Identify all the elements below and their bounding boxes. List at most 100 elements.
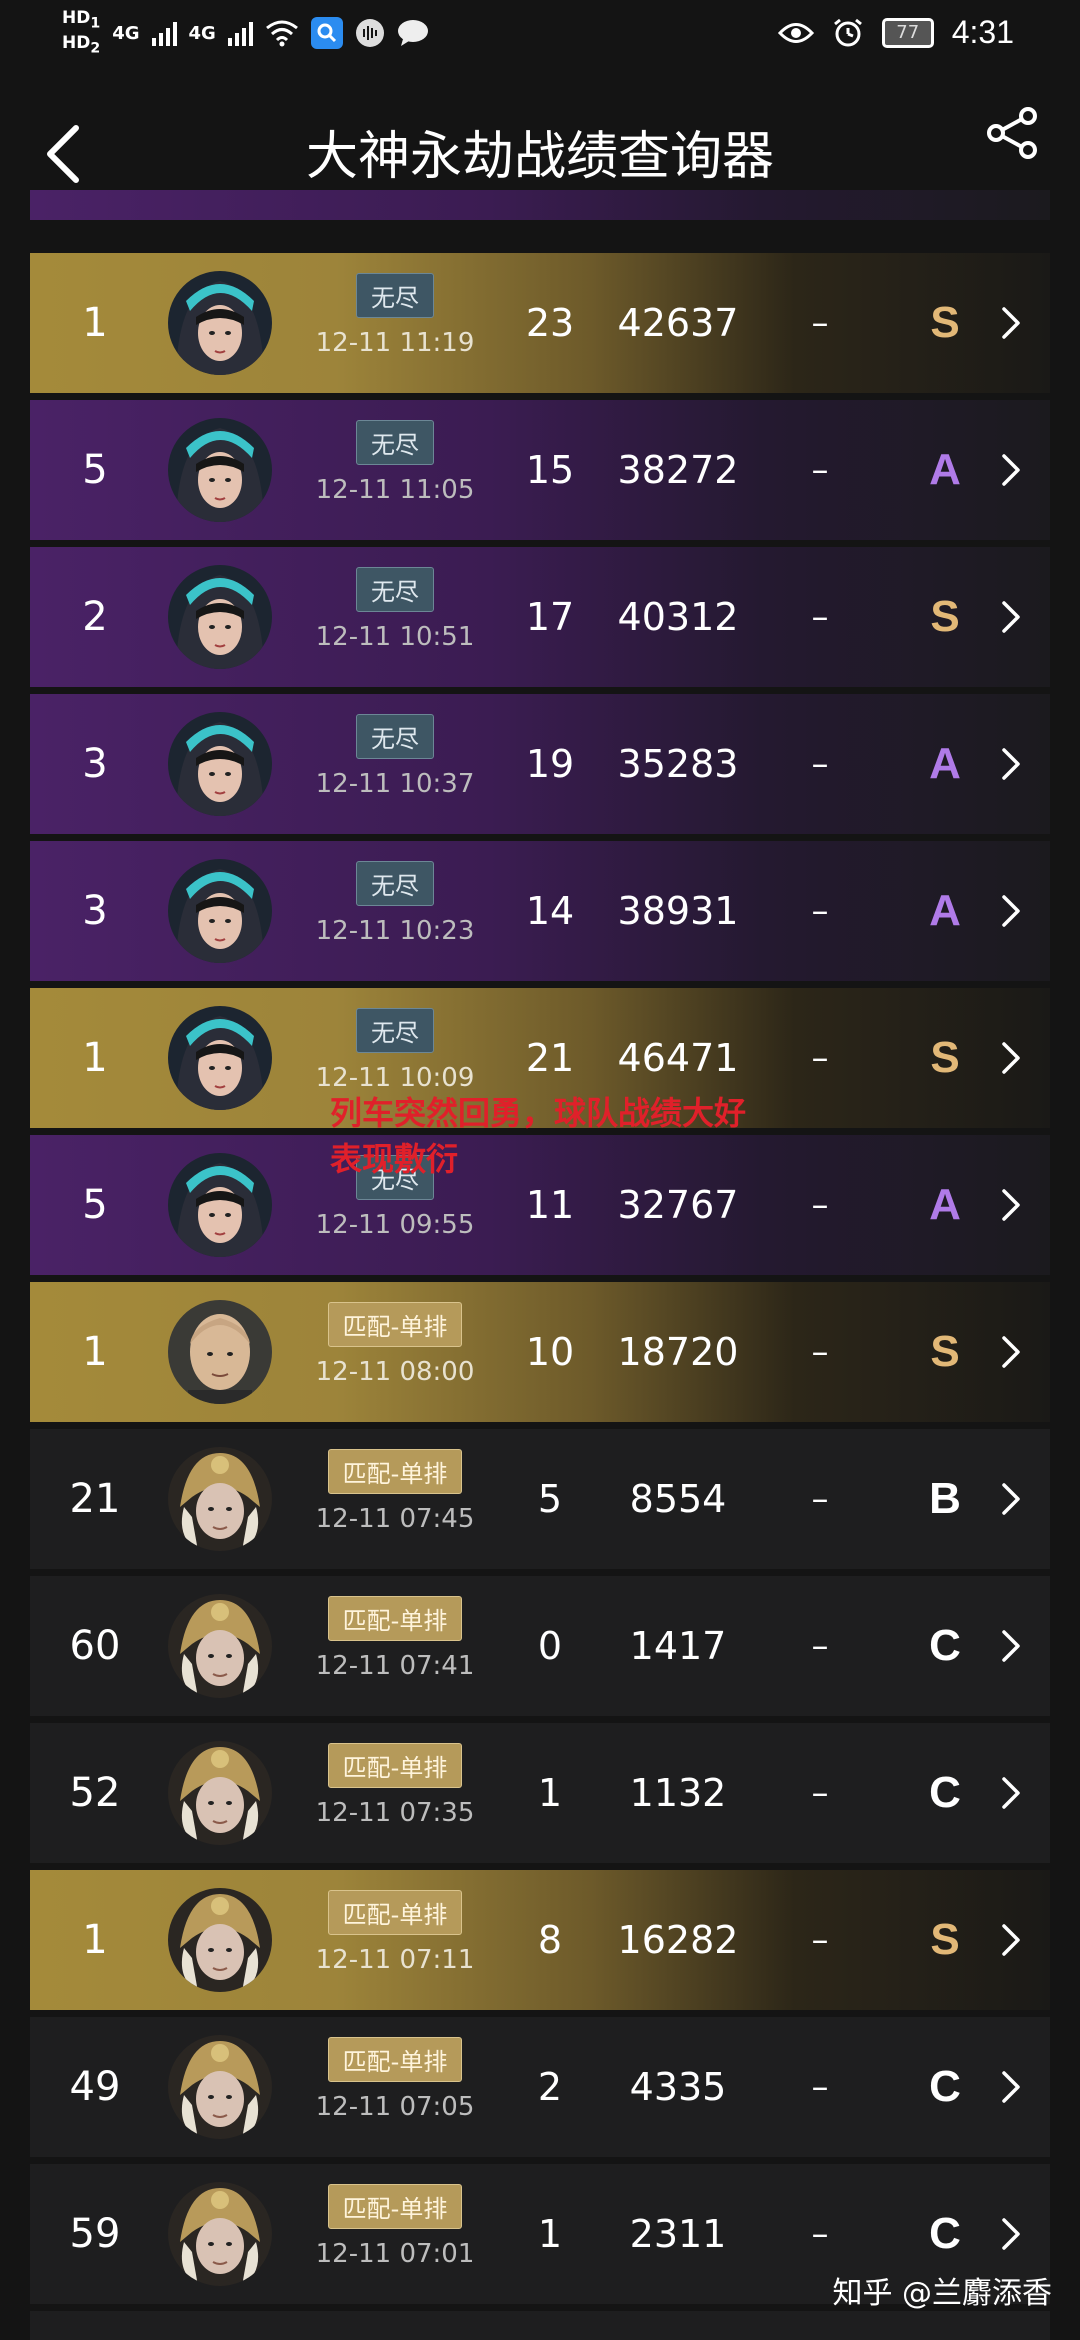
score: 1132 (629, 1771, 727, 1815)
signal-icon (151, 20, 177, 47)
mode-info: 匹配-单排 12-11 07:45 (300, 1449, 490, 1534)
match-time: 12-11 07:01 (315, 2239, 475, 2269)
extra-value: – (811, 2067, 829, 2107)
kills: 0 (537, 1624, 563, 1668)
match-row[interactable]: 49 匹配-单排 12-11 07:05 2 4335 – C (30, 2017, 1050, 2157)
mode-info: 无尽 12-11 10:23 (300, 861, 490, 946)
chevron-right-icon[interactable] (990, 301, 1030, 345)
kills: 15 (525, 448, 575, 492)
mode-info: 无尽 12-11 11:19 (300, 273, 490, 358)
hero-avatar (168, 712, 272, 816)
status-left: HD1 HD2 4G 4G (62, 8, 429, 59)
match-row[interactable]: 60 匹配-单排 12-11 07:41 0 1417 – C (30, 1576, 1050, 1716)
page-title: 大神永劫战绩查询器 (305, 127, 774, 187)
score: 40312 (617, 595, 739, 639)
wifi-icon (265, 20, 298, 47)
match-time: 12-11 07:45 (315, 1504, 475, 1534)
extra-value: – (811, 1185, 829, 1225)
chevron-right-icon[interactable] (990, 1036, 1030, 1080)
rank: 3 (82, 741, 108, 787)
hero-avatar (168, 418, 272, 522)
rank: 59 (69, 2211, 121, 2257)
rank: 21 (69, 1476, 121, 1522)
grade: C (929, 1768, 961, 1817)
chevron-right-icon[interactable] (990, 1183, 1030, 1227)
mode-badge: 无尽 (356, 420, 434, 465)
list-item-partial (30, 190, 1050, 220)
rank: 3 (82, 888, 108, 934)
score: 2311 (629, 2212, 727, 2256)
kills: 8 (537, 1918, 563, 1962)
match-row[interactable]: 3 无尽 12-11 10:37 19 35283 – A (30, 694, 1050, 834)
match-row[interactable]: 2 无尽 12-11 10:51 17 40312 – S (30, 547, 1050, 687)
chevron-right-icon[interactable] (990, 1918, 1030, 1962)
match-row[interactable]: 1 匹配-单排 12-11 07:11 8 16282 – S (30, 1870, 1050, 2010)
chevron-right-icon[interactable] (990, 1330, 1030, 1374)
kills: 23 (525, 301, 575, 345)
kills: 10 (525, 1330, 575, 1374)
score: 38931 (617, 889, 739, 933)
hero-avatar (168, 1741, 272, 1845)
match-row[interactable]: 5 无尽 12-11 11:05 15 38272 – A (30, 400, 1050, 540)
match-row[interactable]: 1 匹配-单排 12-11 08:00 10 18720 – S (30, 1282, 1050, 1422)
kills: 19 (525, 742, 575, 786)
share-button[interactable] (984, 104, 1042, 162)
match-time: 12-11 10:37 (315, 769, 475, 799)
rank: 1 (82, 1329, 108, 1375)
extra-value: – (811, 1332, 829, 1372)
rank: 60 (69, 1623, 121, 1669)
rank: 49 (69, 2064, 121, 2110)
hero-avatar (168, 859, 272, 963)
score: 4335 (629, 2065, 727, 2109)
hd-sim: 2 (90, 40, 101, 57)
eye-icon (777, 22, 814, 43)
chevron-right-icon[interactable] (990, 742, 1030, 786)
kills: 1 (537, 2212, 563, 2256)
hero-avatar (168, 1594, 272, 1698)
mode-info: 匹配-单排 12-11 07:05 (300, 2037, 490, 2122)
match-row[interactable]: 1 无尽 12-11 11:19 23 42637 – S (30, 253, 1050, 393)
chevron-right-icon[interactable] (990, 2065, 1030, 2109)
kills: 5 (537, 1477, 563, 1521)
network-type: 4G (188, 22, 216, 44)
grade: C (929, 1621, 961, 1670)
grade: A (929, 739, 961, 788)
extra-value: – (811, 891, 829, 931)
grade: S (930, 298, 960, 347)
score: 8554 (629, 1477, 727, 1521)
mode-badge: 无尽 (356, 567, 434, 612)
mode-info: 匹配-单排 12-11 07:35 (300, 1743, 490, 1828)
hero-avatar (168, 1006, 272, 1110)
rank: 2 (82, 594, 108, 640)
hero-avatar (168, 271, 272, 375)
chevron-right-icon[interactable] (990, 1477, 1030, 1521)
extra-value: – (811, 1626, 829, 1666)
mode-badge: 无尽 (356, 1008, 434, 1053)
chevron-right-icon[interactable] (990, 2212, 1030, 2256)
chevron-right-icon[interactable] (990, 448, 1030, 492)
hero-avatar (168, 1447, 272, 1551)
match-row[interactable]: 21 匹配-单排 12-11 07:45 5 8554 – B (30, 1429, 1050, 1569)
rank: 52 (69, 1770, 121, 1816)
chevron-right-icon[interactable] (990, 1771, 1030, 1815)
chevron-right-icon[interactable] (990, 595, 1030, 639)
match-time: 12-11 07:11 (315, 1945, 475, 1975)
grade: A (929, 1180, 961, 1229)
mode-badge: 匹配-单排 (327, 2184, 463, 2229)
score: 42637 (617, 301, 739, 345)
rank: 1 (82, 1917, 108, 1963)
mode-info: 匹配-单排 12-11 07:01 (300, 2184, 490, 2269)
alarm-icon (833, 18, 862, 46)
hd-sim: 1 (90, 15, 101, 32)
mode-badge: 无尽 (356, 714, 434, 759)
chevron-right-icon[interactable] (990, 1624, 1030, 1668)
mode-info: 匹配-单排 12-11 07:41 (300, 1596, 490, 1681)
score: 35283 (617, 742, 739, 786)
hero-avatar (168, 2035, 272, 2139)
match-row[interactable]: 52 匹配-单排 12-11 07:35 1 1132 – C (30, 1723, 1050, 1863)
match-time: 12-11 10:51 (315, 622, 475, 652)
hero-avatar (168, 1300, 272, 1404)
match-row[interactable]: 3 无尽 12-11 10:23 14 38931 – A (30, 841, 1050, 981)
chevron-right-icon[interactable] (990, 889, 1030, 933)
extra-value: – (811, 303, 829, 343)
